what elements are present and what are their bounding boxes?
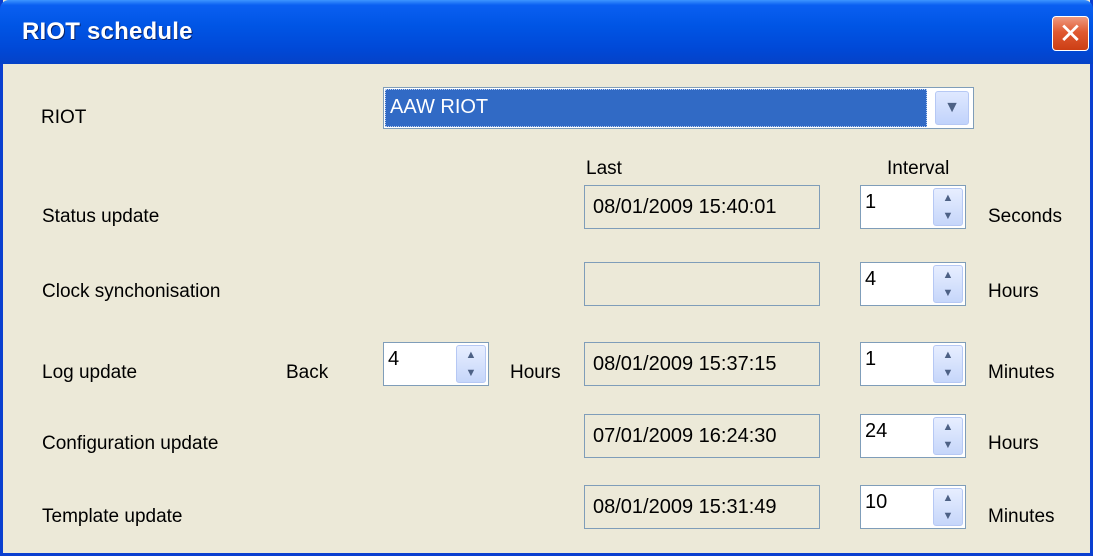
triangle-up-icon[interactable]: ▲ <box>934 189 962 207</box>
status-update-unit: Seconds <box>988 206 1062 227</box>
configuration-update-label: Configuration update <box>42 433 219 454</box>
spin-buttons: ▲ ▼ <box>933 345 963 383</box>
spin-buttons: ▲ ▼ <box>933 488 963 526</box>
log-update-unit: Minutes <box>988 362 1055 383</box>
configuration-update-interval-value[interactable]: 24 <box>865 420 887 443</box>
triangle-down-icon[interactable]: ▼ <box>934 507 962 525</box>
interval-header: Interval <box>887 158 950 179</box>
riot-select-value: AAW RIOT <box>385 89 927 127</box>
triangle-down-icon[interactable]: ▼ <box>934 364 962 382</box>
status-update-label: Status update <box>42 206 160 227</box>
configuration-update-last-field: 07/01/2009 16:24:30 <box>584 414 820 458</box>
template-update-interval-spinner[interactable]: 10 ▲ ▼ <box>860 485 966 529</box>
spin-buttons: ▲ ▼ <box>933 188 963 226</box>
log-update-back-unit: Hours <box>510 362 561 383</box>
log-update-interval-value[interactable]: 1 <box>865 348 876 371</box>
riot-select[interactable]: AAW RIOT ▼ <box>383 87 974 129</box>
spin-buttons: ▲ ▼ <box>933 265 963 303</box>
clock-sync-unit: Hours <box>988 281 1039 302</box>
triangle-up-icon[interactable]: ▲ <box>934 418 962 436</box>
template-update-last-value: 08/01/2009 15:31:49 <box>593 496 777 518</box>
log-update-label: Log update <box>42 362 138 383</box>
title-bar[interactable]: RIOT schedule ✕ <box>0 0 1093 64</box>
triangle-up-icon[interactable]: ▲ <box>934 489 962 507</box>
log-update-last-value: 08/01/2009 15:37:15 <box>593 353 777 375</box>
clock-sync-interval-value[interactable]: 4 <box>865 268 876 291</box>
spin-buttons: ▲ ▼ <box>456 345 486 383</box>
last-header: Last <box>586 158 622 179</box>
clock-sync-label: Clock synchonisation <box>42 281 221 302</box>
log-update-last-field: 08/01/2009 15:37:15 <box>584 342 820 386</box>
template-update-last-field: 08/01/2009 15:31:49 <box>584 485 820 529</box>
riot-schedule-dialog: RIOT schedule ✕ RIOT AAW RIOT ▼ Last Int… <box>0 0 1093 556</box>
status-update-interval-spinner[interactable]: 1 ▲ ▼ <box>860 185 966 229</box>
triangle-up-icon[interactable]: ▲ <box>934 266 962 284</box>
template-update-unit: Minutes <box>988 506 1055 527</box>
status-update-last-field: 08/01/2009 15:40:01 <box>584 185 820 229</box>
log-update-back-spinner[interactable]: 4 ▲ ▼ <box>383 342 489 386</box>
triangle-down-icon[interactable]: ▼ <box>934 436 962 454</box>
log-update-interval-spinner[interactable]: 1 ▲ ▼ <box>860 342 966 386</box>
configuration-update-unit: Hours <box>988 433 1039 454</box>
triangle-up-icon[interactable]: ▲ <box>457 346 485 364</box>
configuration-update-last-value: 07/01/2009 16:24:30 <box>593 425 777 447</box>
clock-sync-interval-spinner[interactable]: 4 ▲ ▼ <box>860 262 966 306</box>
riot-label: RIOT <box>41 107 87 128</box>
close-icon: ✕ <box>1058 18 1083 49</box>
triangle-up-icon[interactable]: ▲ <box>934 346 962 364</box>
close-button[interactable]: ✕ <box>1052 16 1089 51</box>
triangle-down-icon[interactable]: ▼ <box>934 207 962 225</box>
status-update-interval-value[interactable]: 1 <box>865 191 876 214</box>
log-update-back-value[interactable]: 4 <box>388 348 399 371</box>
spin-buttons: ▲ ▼ <box>933 417 963 455</box>
triangle-down-icon[interactable]: ▼ <box>934 284 962 302</box>
template-update-interval-value[interactable]: 10 <box>865 491 887 514</box>
riot-dropdown-button[interactable]: ▼ <box>935 91 969 125</box>
clock-sync-last-field <box>584 262 820 306</box>
configuration-update-interval-spinner[interactable]: 24 ▲ ▼ <box>860 414 966 458</box>
template-update-label: Template update <box>42 506 183 527</box>
status-update-last-value: 08/01/2009 15:40:01 <box>593 196 777 218</box>
log-update-back-label: Back <box>286 362 329 383</box>
chevron-down-icon: ▼ <box>944 99 960 116</box>
riot-selected-text: AAW RIOT <box>390 96 489 118</box>
window-title: RIOT schedule <box>22 18 193 45</box>
triangle-down-icon[interactable]: ▼ <box>457 364 485 382</box>
